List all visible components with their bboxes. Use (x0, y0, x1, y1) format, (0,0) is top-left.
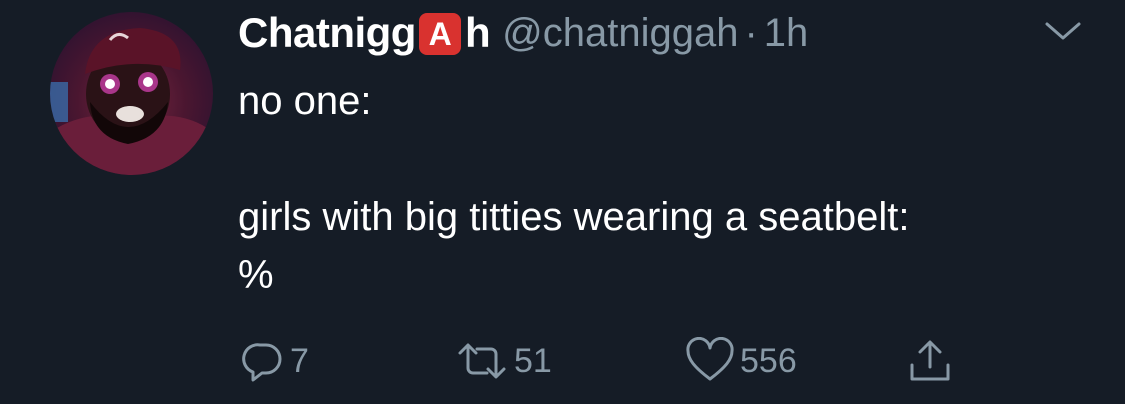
tweet-line: girls with big titties wearing a seatbel… (238, 195, 910, 239)
tweet-text: no one: girls with big titties wearing a… (238, 72, 1098, 304)
retweet-count: 51 (514, 341, 552, 380)
reply-button[interactable]: 7 (238, 336, 309, 386)
share-button[interactable] (906, 336, 954, 386)
tweet-line: no one: (238, 79, 372, 123)
action-bar: 7 51 556 (238, 336, 998, 386)
user-handle[interactable]: @chatniggah (502, 11, 738, 56)
avatar[interactable] (50, 12, 213, 175)
retweet-icon (454, 337, 510, 385)
like-count: 556 (740, 341, 797, 380)
display-name[interactable]: Chatnigg Ah (238, 9, 491, 57)
share-icon (906, 337, 954, 385)
separator-dot: · (744, 10, 758, 55)
reply-icon (238, 337, 286, 385)
timestamp[interactable]: 1h (764, 11, 809, 56)
tweet-line: % (238, 253, 274, 297)
a-button-emoji-icon: A (418, 12, 461, 55)
chevron-down-icon[interactable] (1043, 20, 1083, 44)
like-button[interactable]: 556 (684, 336, 797, 386)
reply-count: 7 (290, 341, 309, 380)
tweet[interactable]: Chatnigg Ah @chatniggah · 1h no one: girl… (0, 0, 1125, 404)
retweet-button[interactable]: 51 (454, 336, 552, 386)
tweet-header: Chatnigg Ah @chatniggah · 1h (238, 8, 808, 58)
like-icon (684, 337, 736, 385)
